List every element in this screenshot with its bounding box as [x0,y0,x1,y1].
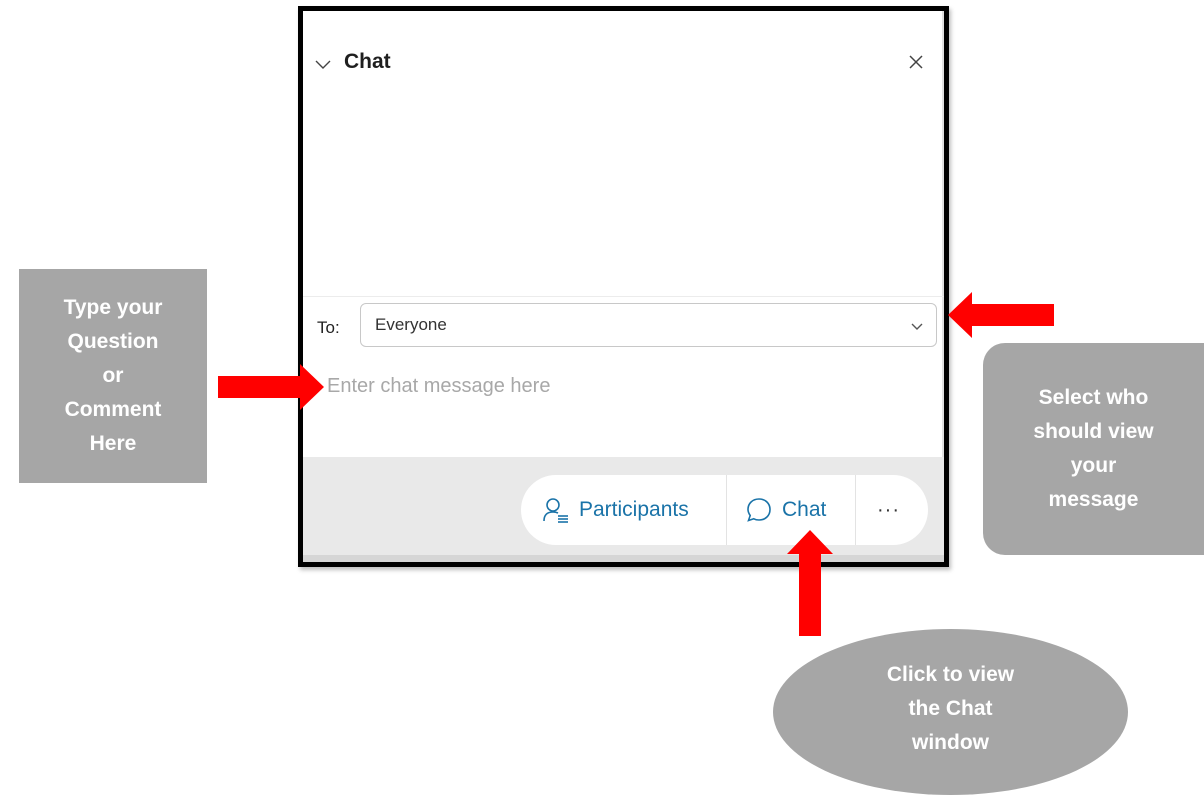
callout-line: Click to view [886,663,1015,686]
participants-icon [543,498,568,523]
more-options-button[interactable]: ··· [877,475,900,545]
message-list [303,111,944,295]
participants-button[interactable]: Participants [543,475,689,545]
chat-bubble-icon [747,498,771,522]
callout-line: or [102,364,124,387]
arrow-left-icon [948,292,1054,338]
chat-label: Chat [782,498,827,521]
recipient-value: Everyone [375,315,447,334]
callout-type-question: Type your Question or Comment Here [19,269,207,483]
to-label: To: [317,318,340,337]
toolbar-separator [726,475,727,545]
window-bottom-strip [303,555,944,562]
chat-window: Chat To: Everyone Participants [298,6,949,567]
callout-line: should view [1033,420,1154,443]
callout-line: Question [67,330,159,353]
participants-label: Participants [579,498,689,521]
chevron-down-icon [911,323,923,330]
callout-line: the Chat [908,697,993,720]
callout-line: window [912,731,989,754]
callout-view-chat: Click to view the Chat window [773,629,1128,795]
callout-select-recipient: Select who should view your message [983,343,1204,555]
arrow-up-icon [787,530,833,636]
chevron-down-icon[interactable] [313,55,333,75]
toolbar-pill: Participants Chat ··· [521,475,928,545]
callout-line: Here [89,432,137,455]
callout-line: your [1070,454,1117,477]
close-icon[interactable] [906,52,926,72]
recipient-dropdown[interactable]: Everyone [360,303,937,347]
chat-message-input[interactable] [327,369,887,403]
arrow-right-icon [218,364,324,410]
chat-header: Chat [303,11,944,111]
callout-line: message [1048,488,1139,511]
divider [303,296,944,297]
callout-line: Type your [63,296,163,319]
panel-title: Chat [344,50,391,73]
toolbar-separator [855,475,856,545]
toolbar-footer: Participants Chat ··· [303,457,944,562]
callout-line: Select who [1038,386,1149,409]
callout-line: Comment [64,398,162,421]
more-options-icon: ··· [877,498,900,521]
